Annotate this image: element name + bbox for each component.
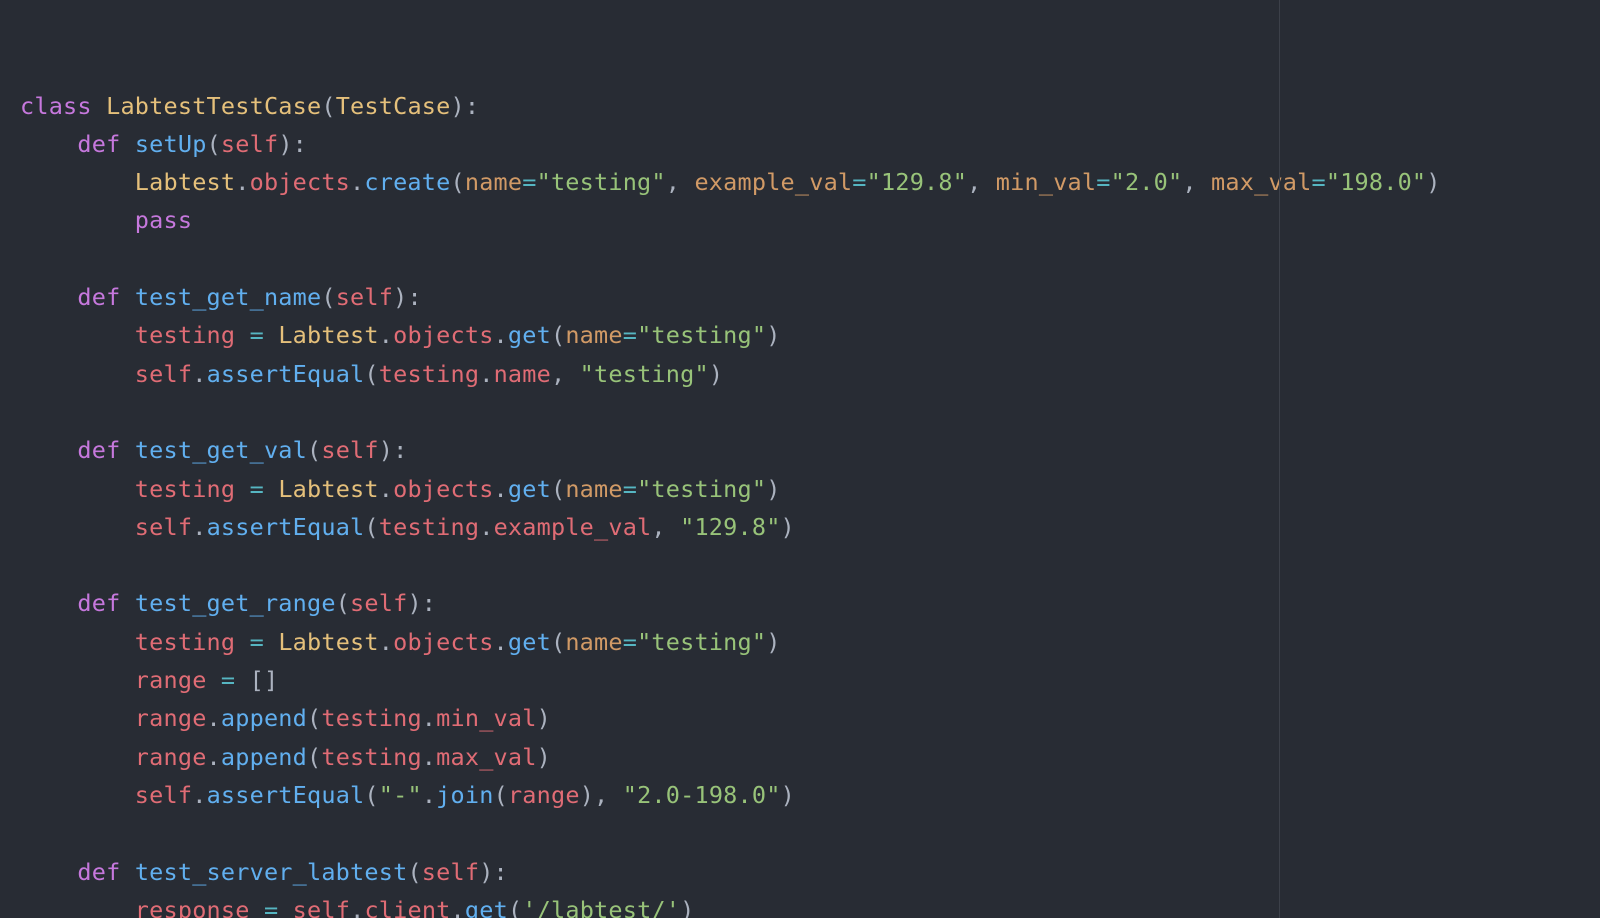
editor-ruler [1279,0,1280,918]
code-editor[interactable]: class LabtestTestCase(TestCase): def set… [0,0,1600,918]
code-content: class LabtestTestCase(TestCase): def set… [20,92,1441,918]
